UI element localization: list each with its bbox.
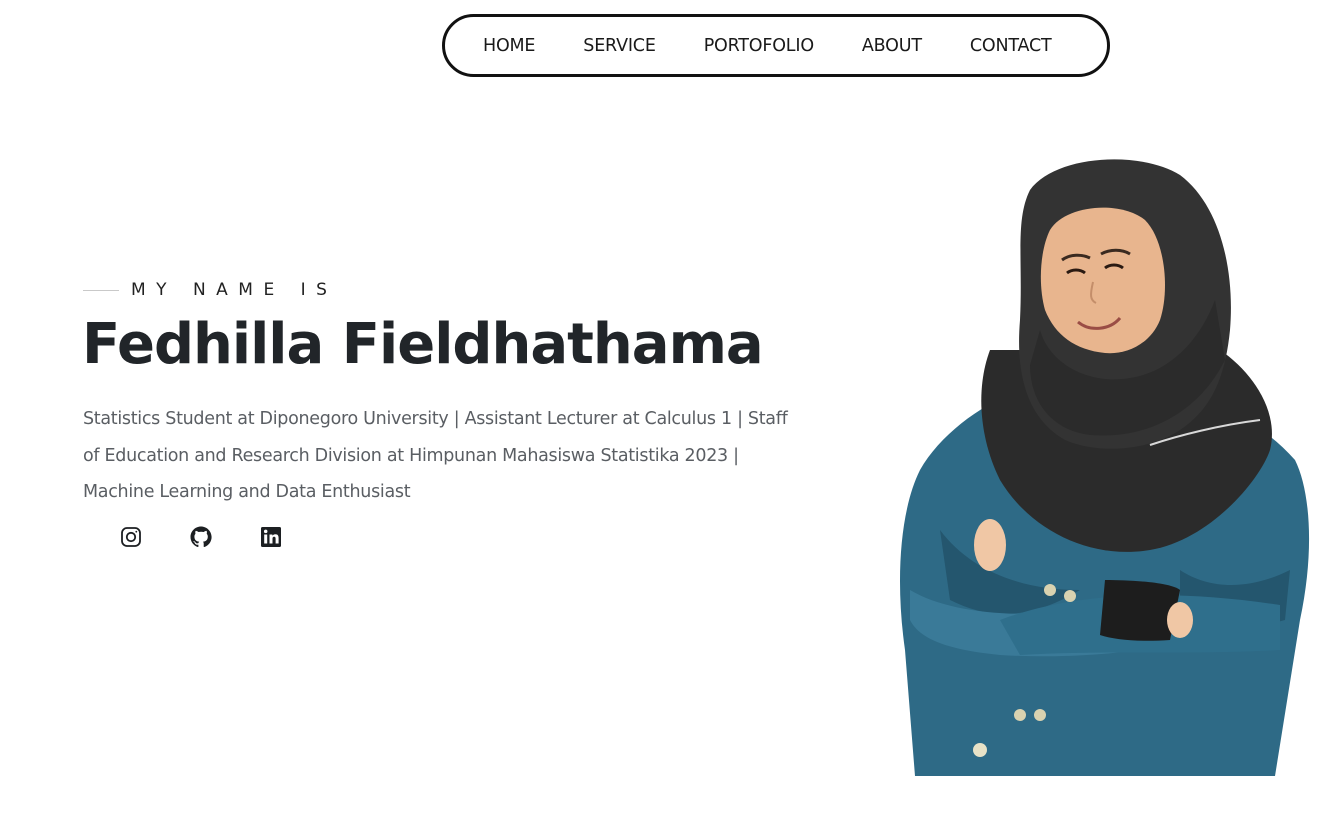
linkedin-icon[interactable] <box>259 525 283 549</box>
nav-service-link[interactable]: SERVICE <box>583 36 656 56</box>
instagram-icon[interactable] <box>119 525 143 549</box>
hero-eyebrow: MY NAME IS <box>83 280 337 300</box>
github-icon[interactable] <box>189 525 213 549</box>
nav-about-link[interactable]: ABOUT <box>862 36 922 56</box>
profile-photo <box>880 150 1320 776</box>
nav-contact-link[interactable]: CONTACT <box>970 36 1052 56</box>
nav-home-link[interactable]: HOME <box>483 36 535 56</box>
hero-bio: Statistics Student at Diponegoro Univers… <box>83 409 788 502</box>
profile-photo-illustration <box>900 159 1310 776</box>
page: HOME SERVICE PORTOFOLIO ABOUT CONTACT MY… <box>0 0 1322 836</box>
social-links <box>119 525 283 549</box>
eyebrow-divider <box>83 289 119 291</box>
main-nav: HOME SERVICE PORTOFOLIO ABOUT CONTACT <box>442 14 1110 77</box>
eyebrow-text: MY NAME IS <box>131 280 338 300</box>
nav-portofolio-link[interactable]: PORTOFOLIO <box>704 36 814 56</box>
hero-name: Fedhilla Fieldhathama <box>82 312 764 377</box>
